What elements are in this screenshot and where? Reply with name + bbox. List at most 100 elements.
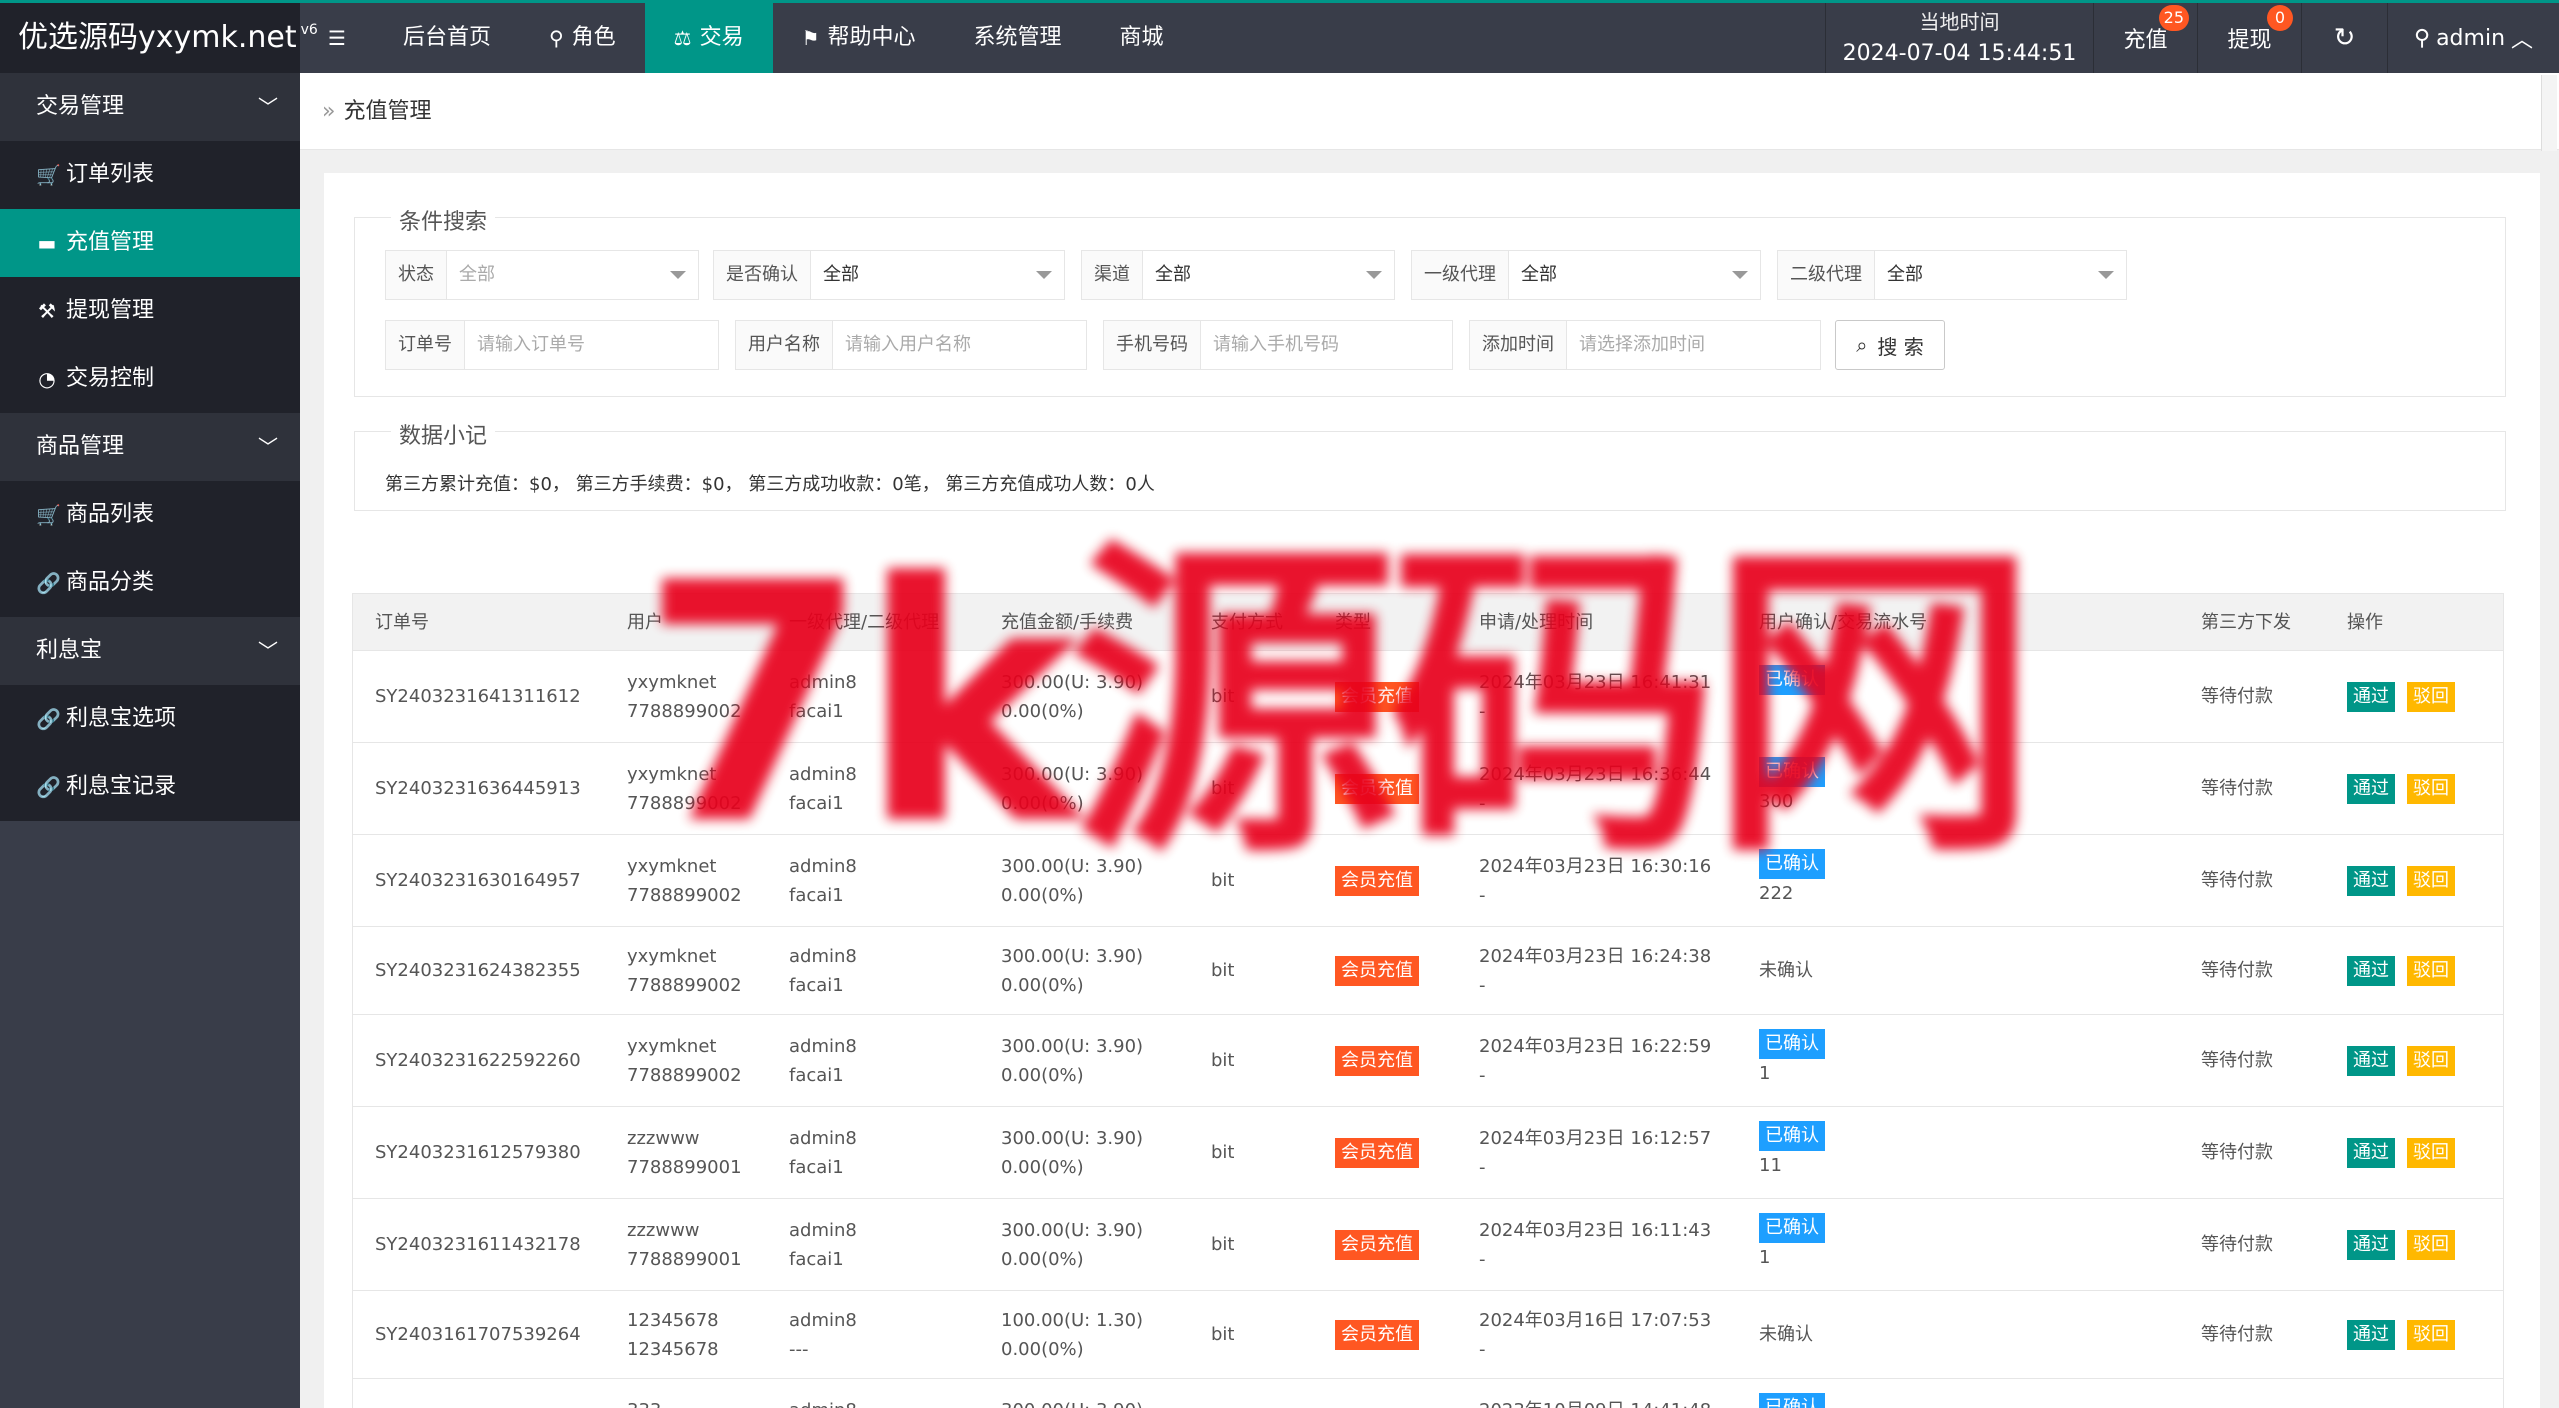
scale-icon: ⚖ bbox=[673, 26, 692, 50]
reject-button[interactable]: 驳回 bbox=[2407, 956, 2455, 986]
th-order: 订单号 bbox=[375, 612, 429, 633]
cell-amount: 300.00(U: 3.90)0.00(0%) bbox=[1001, 942, 1143, 1000]
nav-item-trade[interactable]: ⚖ 交易 bbox=[644, 3, 773, 73]
cell-amount-line1: 100.00(U: 1.30) bbox=[1001, 1310, 1144, 1331]
cell-user-line1: 333 bbox=[627, 1396, 696, 1408]
top-bar: 优选源码yxymk.net v6 ☰ 后台首页 ⚲ 角色 ⚖ 交易 ⚑ 帮助中心 系统管… bbox=[0, 0, 2559, 73]
approve-button[interactable]: 通过 bbox=[2347, 866, 2395, 896]
cell-amount-line2: 0.00(0%) bbox=[1001, 1157, 1084, 1178]
cell-amount: 300.00(U: 3.90)0.00(0%) bbox=[1001, 1124, 1143, 1182]
approve-button[interactable]: 通过 bbox=[2347, 1230, 2395, 1260]
cell-agent: admin8 --- bbox=[789, 1306, 857, 1364]
refresh-button[interactable]: ↻ bbox=[2301, 3, 2387, 73]
scrollbar[interactable] bbox=[2541, 75, 2557, 151]
sidebar-group-interest[interactable]: 利息宝 ﹀ bbox=[0, 617, 300, 685]
sidebar-item-orders[interactable]: 🛒 订单列表 bbox=[0, 141, 300, 209]
cell-agent: admin8 facai1 bbox=[789, 1216, 857, 1274]
link-icon: 🔗 bbox=[36, 707, 61, 731]
cell-actions: 通过 驳回 bbox=[2347, 774, 2467, 804]
cell-actions: 通过 驳回 bbox=[2347, 866, 2467, 896]
cell-pay: bit bbox=[1211, 1324, 1235, 1345]
approve-button[interactable]: 通过 bbox=[2347, 682, 2395, 712]
sidebar-item-withdraw[interactable]: ⚒ 提现管理 bbox=[0, 277, 300, 345]
cell-agent-line1: admin8 bbox=[789, 1396, 857, 1408]
sidebar-item-goods-list[interactable]: 🛒 商品列表 bbox=[0, 481, 300, 549]
approve-button[interactable]: 通过 bbox=[2347, 1046, 2395, 1076]
reject-button[interactable]: 驳回 bbox=[2407, 1230, 2455, 1260]
approve-button[interactable]: 通过 bbox=[2347, 956, 2395, 986]
cell-user-line1: 12345678 bbox=[627, 1310, 719, 1331]
cell-amount-line1: 300.00(U: 3.90) bbox=[1001, 1396, 1143, 1408]
sidebar-item-trade-control[interactable]: ◔ 交易控制 bbox=[0, 345, 300, 413]
cell-time: 2024年03月23日 16:24:38 - bbox=[1479, 942, 1711, 1000]
approve-button[interactable]: 通过 bbox=[2347, 774, 2395, 804]
sidebar-item-goods-category[interactable]: 🔗 商品分类 bbox=[0, 549, 300, 617]
cell-time-line1: 2023年10月09日 14:41:48 bbox=[1479, 1396, 1711, 1408]
phone-input[interactable]: 手机号码 请输入手机号码 bbox=[1103, 320, 1453, 370]
cell-amount: 300.00(U: 3.90)0.00(0%) bbox=[1001, 1032, 1143, 1090]
search-fieldset: 条件搜索 状态 全部 是否确认 全部 渠道 全部 一级代理 全部 二级代理 全部 bbox=[354, 204, 2506, 397]
cell-time-line2: - bbox=[1479, 1065, 1486, 1086]
cell-amount: 300.00(U: 3.90)0.00(0%) bbox=[1001, 1396, 1143, 1408]
cell-actions: 通过 驳回 bbox=[2347, 956, 2467, 986]
channel-select[interactable]: 渠道 全部 bbox=[1081, 250, 1395, 300]
agent1-select[interactable]: 一级代理 全部 bbox=[1411, 250, 1761, 300]
nav-item-system[interactable]: 系统管理 bbox=[945, 3, 1091, 73]
reject-button[interactable]: 驳回 bbox=[2407, 1046, 2455, 1076]
cell-time-line1: 2024年03月23日 16:22:59 bbox=[1479, 1036, 1712, 1057]
search-button[interactable]: ⌕ 搜 索 bbox=[1835, 320, 1945, 370]
cart-icon: 🛒 bbox=[36, 503, 61, 527]
approve-button[interactable]: 通过 bbox=[2347, 1138, 2395, 1168]
breadcrumb-current[interactable]: 充值管理 bbox=[343, 99, 431, 124]
reject-button[interactable]: 驳回 bbox=[2407, 1320, 2455, 1350]
cell-user-line1: yxymknet bbox=[627, 1036, 717, 1057]
gauge-icon: ◔ bbox=[38, 367, 56, 391]
sidebar-group-trade[interactable]: 交易管理 ﹀ bbox=[0, 73, 300, 141]
approve-button[interactable]: 通过 bbox=[2347, 1320, 2395, 1350]
cell-time: 2024年03月23日 16:22:59 - bbox=[1479, 1032, 1711, 1090]
chevron-down-icon bbox=[1732, 271, 1748, 279]
addtime-input[interactable]: 添加时间 请选择添加时间 bbox=[1469, 320, 1821, 370]
cell-pay: bit bbox=[1211, 1142, 1235, 1163]
status-select[interactable]: 状态 全部 bbox=[385, 250, 699, 300]
serial-number: 11 bbox=[1759, 1155, 1782, 1176]
reject-button[interactable]: 驳回 bbox=[2407, 1138, 2455, 1168]
confirm-select[interactable]: 是否确认 全部 bbox=[713, 250, 1065, 300]
cell-agent-line1: admin8 bbox=[789, 1310, 857, 1331]
logo-text: 优选源码yxymk.net bbox=[18, 20, 297, 55]
nav-item-help[interactable]: ⚑ 帮助中心 bbox=[773, 3, 945, 73]
nav-item-role[interactable]: ⚲ 角色 bbox=[520, 3, 645, 73]
cell-time-line2: - bbox=[1479, 1157, 1486, 1178]
sidebar-item-interest-records[interactable]: 🔗 利息宝记录 bbox=[0, 753, 300, 821]
reject-button[interactable]: 驳回 bbox=[2407, 774, 2455, 804]
cell-third-party: 等待付款 bbox=[2201, 1324, 2273, 1345]
reject-button[interactable]: 驳回 bbox=[2407, 682, 2455, 712]
cell-actions: 通过 驳回 bbox=[2347, 682, 2467, 712]
app-logo[interactable]: 优选源码yxymk.net v6 bbox=[0, 3, 318, 73]
type-tag: 会员充值 bbox=[1335, 1320, 1419, 1350]
menu-toggle-button[interactable]: ☰ bbox=[300, 3, 374, 73]
withdraw-button[interactable]: 提现 0 bbox=[2197, 3, 2301, 73]
recharge-button[interactable]: 充值 25 bbox=[2093, 3, 2197, 73]
cell-user-line2: 12345678 bbox=[627, 1339, 719, 1360]
sidebar-item-recharge[interactable]: ▬ 充值管理 bbox=[0, 209, 300, 277]
order-input[interactable]: 订单号 请输入订单号 bbox=[385, 320, 719, 370]
table-row: SY2310091441488963333333333admin8---300.… bbox=[352, 1379, 2504, 1408]
agent2-select[interactable]: 二级代理 全部 bbox=[1777, 250, 2127, 300]
username-input[interactable]: 用户名称 请输入用户名称 bbox=[735, 320, 1087, 370]
cell-time-line2: - bbox=[1479, 975, 1486, 996]
cell-third-party: 等待付款 bbox=[2201, 870, 2273, 891]
user-menu[interactable]: ⚲ admin ︿ bbox=[2387, 3, 2559, 73]
cell-actions: 通过 驳回 bbox=[2347, 1046, 2467, 1076]
cell-user: 12345678 12345678 bbox=[627, 1306, 719, 1364]
cell-confirm: 未确认 bbox=[1759, 960, 1813, 981]
cell-confirm: 已确认 1 bbox=[1759, 1213, 1825, 1273]
cell-user: 333333333 bbox=[627, 1396, 696, 1408]
chevron-down-icon bbox=[2098, 271, 2114, 279]
sidebar-item-interest-options[interactable]: 🔗 利息宝选项 bbox=[0, 685, 300, 753]
nav-item-home[interactable]: 后台首页 bbox=[374, 3, 520, 73]
nav-item-mall[interactable]: 商城 bbox=[1091, 3, 1193, 73]
reject-button[interactable]: 驳回 bbox=[2407, 866, 2455, 896]
cell-pay: bit bbox=[1211, 960, 1235, 981]
sidebar-group-goods[interactable]: 商品管理 ﹀ bbox=[0, 413, 300, 481]
